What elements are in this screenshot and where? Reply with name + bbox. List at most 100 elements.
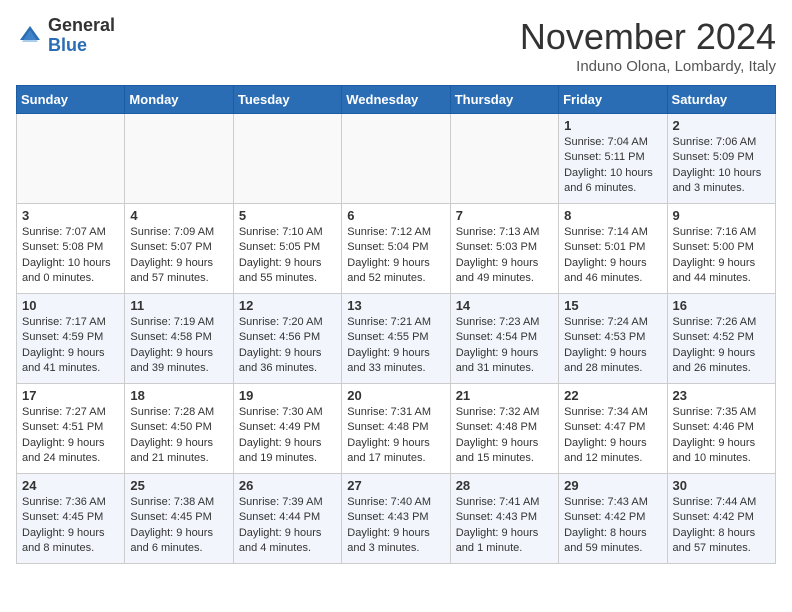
weekday-header-friday: Friday xyxy=(559,86,667,114)
cell-content: Sunrise: 7:36 AM Sunset: 4:45 PM Dayligh… xyxy=(22,495,119,557)
day-number: 8 xyxy=(564,208,661,223)
calendar-week-row: 1Sunrise: 7:04 AM Sunset: 5:11 PM Daylig… xyxy=(17,114,776,204)
title-block: November 2024 Induno Olona, Lombardy, It… xyxy=(520,16,776,75)
calendar-cell: 6 Sunrise: 7:12 AM Sunset: 5:04 PM Daylig… xyxy=(342,204,450,294)
day-number: 3 xyxy=(22,208,119,223)
cell-content: Sunrise: 7:27 AM Sunset: 4:51 PM Dayligh… xyxy=(22,405,119,467)
cell-content: Sunrise: 7:14 AM Sunset: 5:01 PM Dayligh… xyxy=(564,225,661,287)
calendar-cell: 2 Sunrise: 7:06 AM Sunset: 5:09 PM Daylig… xyxy=(667,114,775,204)
calendar-cell: 8 Sunrise: 7:14 AM Sunset: 5:01 PM Daylig… xyxy=(559,204,667,294)
cell-content: Sunrise: 7:31 AM Sunset: 4:48 PM Dayligh… xyxy=(347,405,444,467)
cell-content: Sunrise: 7:12 AM Sunset: 5:04 PM Dayligh… xyxy=(347,225,444,287)
logo: General Blue xyxy=(16,16,115,56)
calendar-cell: 23Sunrise: 7:35 AM Sunset: 4:46 PM Dayli… xyxy=(667,384,775,474)
calendar-week-row: 3 Sunrise: 7:07 AM Sunset: 5:08 PM Daylig… xyxy=(17,204,776,294)
calendar-cell: 15 Sunrise: 7:24 AM Sunset: 4:53 PM Dayli… xyxy=(559,294,667,384)
cell-content: Sunrise: 7:30 AM Sunset: 4:49 PM Dayligh… xyxy=(239,405,336,467)
calendar-cell: 30 Sunrise: 7:44 AM Sunset: 4:42 PM Dayli… xyxy=(667,474,775,564)
cell-content: Sunrise: 7:20 AM Sunset: 4:56 PM Dayligh… xyxy=(239,315,336,377)
day-number: 17 xyxy=(22,388,119,403)
cell-content: Sunrise: 7:44 AM Sunset: 4:42 PM Dayligh… xyxy=(673,495,770,557)
day-number: 5 xyxy=(239,208,336,223)
day-number: 13 xyxy=(347,298,444,313)
day-number: 20 xyxy=(347,388,444,403)
calendar-cell: 27Sunrise: 7:40 AM Sunset: 4:43 PM Dayli… xyxy=(342,474,450,564)
day-number: 19 xyxy=(239,388,336,403)
cell-content: Sunrise: 7:16 AM Sunset: 5:00 PM Dayligh… xyxy=(673,225,770,287)
day-number: 6 xyxy=(347,208,444,223)
calendar-cell: 25Sunrise: 7:38 AM Sunset: 4:45 PM Dayli… xyxy=(125,474,233,564)
calendar-cell: 21Sunrise: 7:32 AM Sunset: 4:48 PM Dayli… xyxy=(450,384,558,474)
cell-content: Sunrise: 7:09 AM Sunset: 5:07 PM Dayligh… xyxy=(130,225,227,287)
calendar-week-row: 24 Sunrise: 7:36 AM Sunset: 4:45 PM Dayli… xyxy=(17,474,776,564)
cell-content: Sunrise: 7:39 AM Sunset: 4:44 PM Dayligh… xyxy=(239,495,336,557)
day-number: 28 xyxy=(456,478,553,493)
calendar-table: SundayMondayTuesdayWednesdayThursdayFrid… xyxy=(16,85,776,564)
calendar-cell: 14 Sunrise: 7:23 AM Sunset: 4:54 PM Dayli… xyxy=(450,294,558,384)
day-number: 16 xyxy=(673,298,770,313)
logo-text: General Blue xyxy=(48,16,115,56)
calendar-cell: 18Sunrise: 7:28 AM Sunset: 4:50 PM Dayli… xyxy=(125,384,233,474)
calendar-cell: 24 Sunrise: 7:36 AM Sunset: 4:45 PM Dayli… xyxy=(17,474,125,564)
calendar-cell: 16 Sunrise: 7:26 AM Sunset: 4:52 PM Dayli… xyxy=(667,294,775,384)
month-title: November 2024 xyxy=(520,16,776,58)
cell-content: Sunrise: 7:43 AM Sunset: 4:42 PM Dayligh… xyxy=(564,495,661,557)
cell-content: Sunrise: 7:06 AM Sunset: 5:09 PM Dayligh… xyxy=(673,135,770,197)
cell-content: Sunrise: 7:17 AM Sunset: 4:59 PM Dayligh… xyxy=(22,315,119,377)
weekday-header-saturday: Saturday xyxy=(667,86,775,114)
day-number: 4 xyxy=(130,208,227,223)
calendar-cell: 26 Sunrise: 7:39 AM Sunset: 4:44 PM Dayli… xyxy=(233,474,341,564)
day-number: 2 xyxy=(673,118,770,133)
calendar-cell: 29 Sunrise: 7:43 AM Sunset: 4:42 PM Dayli… xyxy=(559,474,667,564)
day-number: 14 xyxy=(456,298,553,313)
day-number: 25 xyxy=(130,478,227,493)
calendar-cell: 10 Sunrise: 7:17 AM Sunset: 4:59 PM Dayli… xyxy=(17,294,125,384)
cell-content: Sunrise: 7:13 AM Sunset: 5:03 PM Dayligh… xyxy=(456,225,553,287)
calendar-cell: 17 Sunrise: 7:27 AM Sunset: 4:51 PM Dayli… xyxy=(17,384,125,474)
calendar-week-row: 10 Sunrise: 7:17 AM Sunset: 4:59 PM Dayli… xyxy=(17,294,776,384)
cell-content: Sunrise: 7:19 AM Sunset: 4:58 PM Dayligh… xyxy=(130,315,227,377)
day-number: 29 xyxy=(564,478,661,493)
day-number: 7 xyxy=(456,208,553,223)
cell-content: Sunrise: 7:26 AM Sunset: 4:52 PM Dayligh… xyxy=(673,315,770,377)
calendar-cell: 13 Sunrise: 7:21 AM Sunset: 4:55 PM Dayli… xyxy=(342,294,450,384)
page-header: General Blue November 2024 Induno Olona,… xyxy=(16,16,776,75)
calendar-cell: 5 Sunrise: 7:10 AM Sunset: 5:05 PM Daylig… xyxy=(233,204,341,294)
day-number: 15 xyxy=(564,298,661,313)
calendar-cell: 1Sunrise: 7:04 AM Sunset: 5:11 PM Daylig… xyxy=(559,114,667,204)
cell-content: Sunrise: 7:24 AM Sunset: 4:53 PM Dayligh… xyxy=(564,315,661,377)
day-number: 26 xyxy=(239,478,336,493)
calendar-cell xyxy=(450,114,558,204)
day-number: 1 xyxy=(564,118,661,133)
day-number: 24 xyxy=(22,478,119,493)
day-number: 10 xyxy=(22,298,119,313)
calendar-cell: 28 Sunrise: 7:41 AM Sunset: 4:43 PM Dayli… xyxy=(450,474,558,564)
calendar-cell xyxy=(233,114,341,204)
cell-content: Sunrise: 7:07 AM Sunset: 5:08 PM Dayligh… xyxy=(22,225,119,287)
day-number: 12 xyxy=(239,298,336,313)
calendar-cell: 19 Sunrise: 7:30 AM Sunset: 4:49 PM Dayli… xyxy=(233,384,341,474)
day-number: 21 xyxy=(456,388,553,403)
calendar-cell: 20 Sunrise: 7:31 AM Sunset: 4:48 PM Dayli… xyxy=(342,384,450,474)
calendar-cell: 22Sunrise: 7:34 AM Sunset: 4:47 PM Dayli… xyxy=(559,384,667,474)
calendar-cell: 12 Sunrise: 7:20 AM Sunset: 4:56 PM Dayli… xyxy=(233,294,341,384)
day-number: 30 xyxy=(673,478,770,493)
weekday-header-monday: Monday xyxy=(125,86,233,114)
cell-content: Sunrise: 7:35 AM Sunset: 4:46 PM Dayligh… xyxy=(673,405,770,467)
weekday-header-tuesday: Tuesday xyxy=(233,86,341,114)
calendar-cell: 9 Sunrise: 7:16 AM Sunset: 5:00 PM Daylig… xyxy=(667,204,775,294)
cell-content: Sunrise: 7:41 AM Sunset: 4:43 PM Dayligh… xyxy=(456,495,553,557)
calendar-cell: 3 Sunrise: 7:07 AM Sunset: 5:08 PM Daylig… xyxy=(17,204,125,294)
day-number: 9 xyxy=(673,208,770,223)
calendar-week-row: 17 Sunrise: 7:27 AM Sunset: 4:51 PM Dayli… xyxy=(17,384,776,474)
cell-content: Sunrise: 7:23 AM Sunset: 4:54 PM Dayligh… xyxy=(456,315,553,377)
cell-content: Sunrise: 7:21 AM Sunset: 4:55 PM Dayligh… xyxy=(347,315,444,377)
calendar-cell: 4 Sunrise: 7:09 AM Sunset: 5:07 PM Daylig… xyxy=(125,204,233,294)
calendar-cell xyxy=(17,114,125,204)
day-number: 18 xyxy=(130,388,227,403)
weekday-header-thursday: Thursday xyxy=(450,86,558,114)
location: Induno Olona, Lombardy, Italy xyxy=(520,58,776,75)
logo-icon xyxy=(16,22,44,50)
calendar-cell: 7 Sunrise: 7:13 AM Sunset: 5:03 PM Daylig… xyxy=(450,204,558,294)
cell-content: Sunrise: 7:10 AM Sunset: 5:05 PM Dayligh… xyxy=(239,225,336,287)
